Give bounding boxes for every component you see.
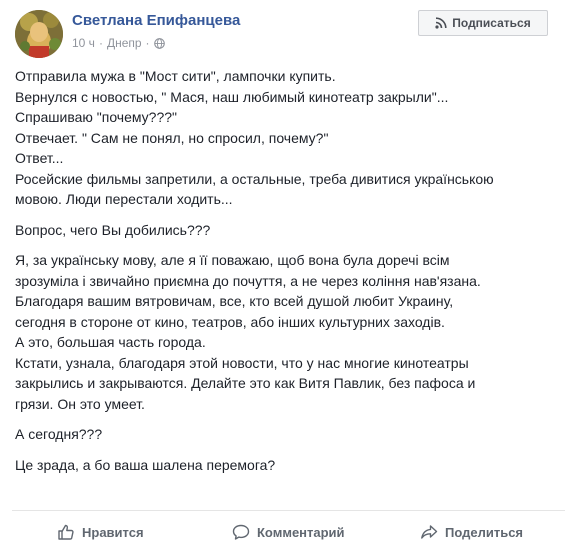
text-line: Вопрос, чего Вы добились??? [15,221,211,238]
paragraph: А сегодня??? [15,424,563,445]
text-line: Кстати, узнала, благодаря этой новости, … [15,354,469,371]
text-line: А сегодня??? [15,426,103,442]
post-location[interactable]: Днепр [107,36,142,50]
paragraph: Отправила мужа в "Мост сити", лампочки к… [15,66,563,210]
comment-bubble-icon [232,524,250,540]
text-line: Отвечает. " Сам не понял, но спросил, по… [15,129,329,146]
meta-separator: · [145,36,150,50]
rss-icon [435,17,447,29]
subscribe-button[interactable]: Подписаться [418,10,548,36]
text-line: Отправила мужа в "Мост сити", лампочки к… [15,68,336,84]
text-line: Ответ... [15,150,64,166]
like-label: Нравится [82,524,144,540]
comment-label: Комментарий [257,524,345,540]
text-line: Я, за українську мову, але я її поважаю,… [15,252,450,268]
thumbs-up-icon [58,524,74,540]
paragraph: Вопрос, чего Вы добились??? [15,220,563,241]
meta-separator: · [98,36,103,50]
like-button[interactable]: Нравится [57,514,144,550]
text-line: Це зрада, а бо ваша шалена перемога? [15,456,276,473]
text-line: Благодаря вашим вятровичам, все, кто все… [15,293,454,309]
share-arrow-icon [421,525,438,539]
text-line: Росейские фильмы запретили, а остальные,… [15,170,494,187]
post-actions-bar: Нравится Комментарий Поделиться [0,514,577,550]
post-meta: 10 ч · Днепр · [72,36,165,50]
subscribe-label: Подписаться [452,16,531,30]
text-line: закрылись и закрываются. Делайте это как… [15,375,476,391]
text-line: мовою. Люди перестали ходить... [15,191,233,207]
share-button[interactable]: Поделиться [420,514,523,550]
text-line: грязи. Он это умеет. [15,395,145,412]
text-line: Спрашиваю "почему???" [15,109,177,125]
avatar-photo [15,10,63,58]
post-time[interactable]: 10 ч [72,36,95,50]
avatar[interactable] [15,10,63,58]
facebook-post: Светлана Епифанцева 10 ч · Днепр · Подпи… [0,0,577,552]
share-label: Поделиться [445,524,524,540]
comment-button[interactable]: Комментарий [232,514,345,550]
post-text: Отправила мужа в "Мост сити", лампочки к… [15,66,563,485]
paragraph: Я, за українську мову, але я її поважаю,… [15,250,563,414]
text-line: сегодня в стороне от кино, театров, або … [15,313,445,330]
text-line: А это, большая часть города. [15,334,206,350]
text-line: зрозуміла і звичайно приємна до почуття,… [15,272,481,289]
paragraph: Це зрада, а бо ваша шалена перемога? [15,455,563,476]
author-name[interactable]: Светлана Епифанцева [72,12,240,29]
actions-divider [12,510,565,511]
globe-icon[interactable] [153,37,165,49]
text-line: Вернулся с новостью, " Мася, наш любимый… [15,88,449,105]
